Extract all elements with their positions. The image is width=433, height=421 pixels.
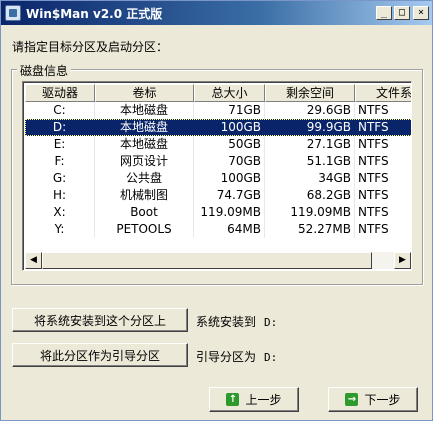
instruction-text: 请指定目标分区及启动分区： xyxy=(12,40,169,54)
cell-drive: F: xyxy=(25,153,95,170)
install-to-partition-button[interactable]: 将系统安装到这个分区上 xyxy=(12,308,188,332)
cell-total: 119.09MB xyxy=(194,204,265,221)
boot-target-info: 引导分区为 D: xyxy=(196,348,277,365)
install-target-label: 系统安装到 xyxy=(196,315,257,329)
cell-filesystem: NTFS xyxy=(355,204,411,221)
cell-label: 网页设计 xyxy=(95,153,194,170)
close-button[interactable]: × xyxy=(413,6,429,20)
cell-drive: H: xyxy=(25,187,95,204)
title-bar[interactable]: Win$Man v2.0 正式版 _ □ × xyxy=(1,1,432,25)
disk-info-group-title: 磁盘信息 xyxy=(17,62,72,79)
minimize-button[interactable]: _ xyxy=(376,6,392,20)
cell-label: 本地磁盘 xyxy=(95,119,194,136)
next-step-button[interactable]: → 下一步 xyxy=(328,387,418,412)
cell-label: PETOOLS xyxy=(95,221,194,238)
cell-label: 本地磁盘 xyxy=(95,136,194,153)
scroll-right-icon[interactable]: ▶ xyxy=(394,252,411,269)
cell-total: 74.7GB xyxy=(194,187,265,204)
table-row[interactable]: Y: PETOOLS 64MB 52.27MB NTFS xyxy=(25,221,411,238)
cell-free: 51.1GB xyxy=(265,153,355,170)
cell-free: 119.09MB xyxy=(265,204,355,221)
cell-free: 68.2GB xyxy=(265,187,355,204)
cell-filesystem: NTFS xyxy=(355,153,411,170)
app-icon xyxy=(5,5,21,21)
cell-free: 27.1GB xyxy=(265,136,355,153)
right-arrow-icon: → xyxy=(345,393,359,406)
cell-drive: D: xyxy=(25,119,95,136)
table-row[interactable]: C: 本地磁盘 71GB 29.6GB NTFS xyxy=(25,102,411,119)
cell-label: 机械制图 xyxy=(95,187,194,204)
partition-list[interactable]: 驱动器 卷标 总大小 剩余空间 文件系统 C:本地磁盘71GB29.6GBNTF… xyxy=(22,81,412,271)
cell-filesystem: NTFS xyxy=(355,136,411,153)
previous-step-label: 上一步 xyxy=(245,393,282,407)
cell-total: 71GB xyxy=(194,102,265,119)
cell-total: 100GB xyxy=(194,119,265,136)
partition-rows: C: 本地磁盘 71GB 29.6GB NTFS D: 本地磁盘 100GB 99.9GB NTF… xyxy=(25,102,411,238)
cell-filesystem: NTFS xyxy=(355,170,411,187)
cell-label: Boot xyxy=(95,204,194,221)
column-header-total[interactable]: 总大小 xyxy=(194,84,265,102)
cell-drive: E: xyxy=(25,136,95,153)
cell-drive: Y: xyxy=(25,221,95,238)
cell-drive: X: xyxy=(25,204,95,221)
cell-free: 34GB xyxy=(265,170,355,187)
cell-free: 99.9GB xyxy=(265,119,355,136)
scroll-left-icon[interactable]: ◀ xyxy=(25,252,42,269)
up-arrow-icon: ↑ xyxy=(226,393,240,406)
next-step-label: 下一步 xyxy=(364,393,401,407)
cell-filesystem: NTFS xyxy=(355,187,411,204)
cell-drive: C: xyxy=(25,102,95,119)
table-row[interactable]: F: 网页设计 70GB 51.1GB NTFS xyxy=(25,153,411,170)
cell-total: 70GB xyxy=(194,153,265,170)
column-header-drive[interactable]: 驱动器 xyxy=(25,84,95,102)
cell-filesystem: NTFS xyxy=(355,119,411,136)
cell-total: 100GB xyxy=(194,170,265,187)
set-boot-partition-button[interactable]: 将此分区作为引导分区 xyxy=(12,343,188,367)
column-header-filesystem[interactable]: 文件系统 xyxy=(355,84,411,102)
table-row[interactable]: X: Boot 119.09MB 119.09MB NTFS xyxy=(25,204,411,221)
cell-drive: G: xyxy=(25,170,95,187)
main-window: Win$Man v2.0 正式版 _ □ × 请指定目标分区及启动分区： 磁盘信… xyxy=(0,0,433,421)
previous-step-button[interactable]: ↑ 上一步 xyxy=(209,387,299,412)
scroll-thumb[interactable] xyxy=(42,252,372,269)
column-header-label[interactable]: 卷标 xyxy=(95,84,194,102)
boot-target-label: 引导分区为 xyxy=(196,350,257,364)
table-row[interactable]: E: 本地磁盘 50GB 27.1GB NTFS xyxy=(25,136,411,153)
cell-free: 52.27MB xyxy=(265,221,355,238)
cell-free: 29.6GB xyxy=(265,102,355,119)
cell-filesystem: NTFS xyxy=(355,221,411,238)
cell-label: 本地磁盘 xyxy=(95,102,194,119)
install-target-info: 系统安装到 D: xyxy=(196,313,277,330)
table-row[interactable]: D: 本地磁盘 100GB 99.9GB NTFS xyxy=(25,119,411,136)
horizontal-scrollbar[interactable]: ◀ ▶ xyxy=(25,252,411,269)
partition-list-header: 驱动器 卷标 总大小 剩余空间 文件系统 xyxy=(25,84,411,102)
cell-total: 50GB xyxy=(194,136,265,153)
table-row[interactable]: G: 公共盘 100GB 34GB NTFS xyxy=(25,170,411,187)
cell-label: 公共盘 xyxy=(95,170,194,187)
maximize-button[interactable]: □ xyxy=(394,6,410,20)
cell-total: 64MB xyxy=(194,221,265,238)
install-target-value: D: xyxy=(264,316,278,329)
boot-target-value: D: xyxy=(264,351,278,364)
window-title: Win$Man v2.0 正式版 xyxy=(26,7,163,21)
column-header-free[interactable]: 剩余空间 xyxy=(265,84,355,102)
cell-filesystem: NTFS xyxy=(355,102,411,119)
table-row[interactable]: H: 机械制图 74.7GB 68.2GB NTFS xyxy=(25,187,411,204)
